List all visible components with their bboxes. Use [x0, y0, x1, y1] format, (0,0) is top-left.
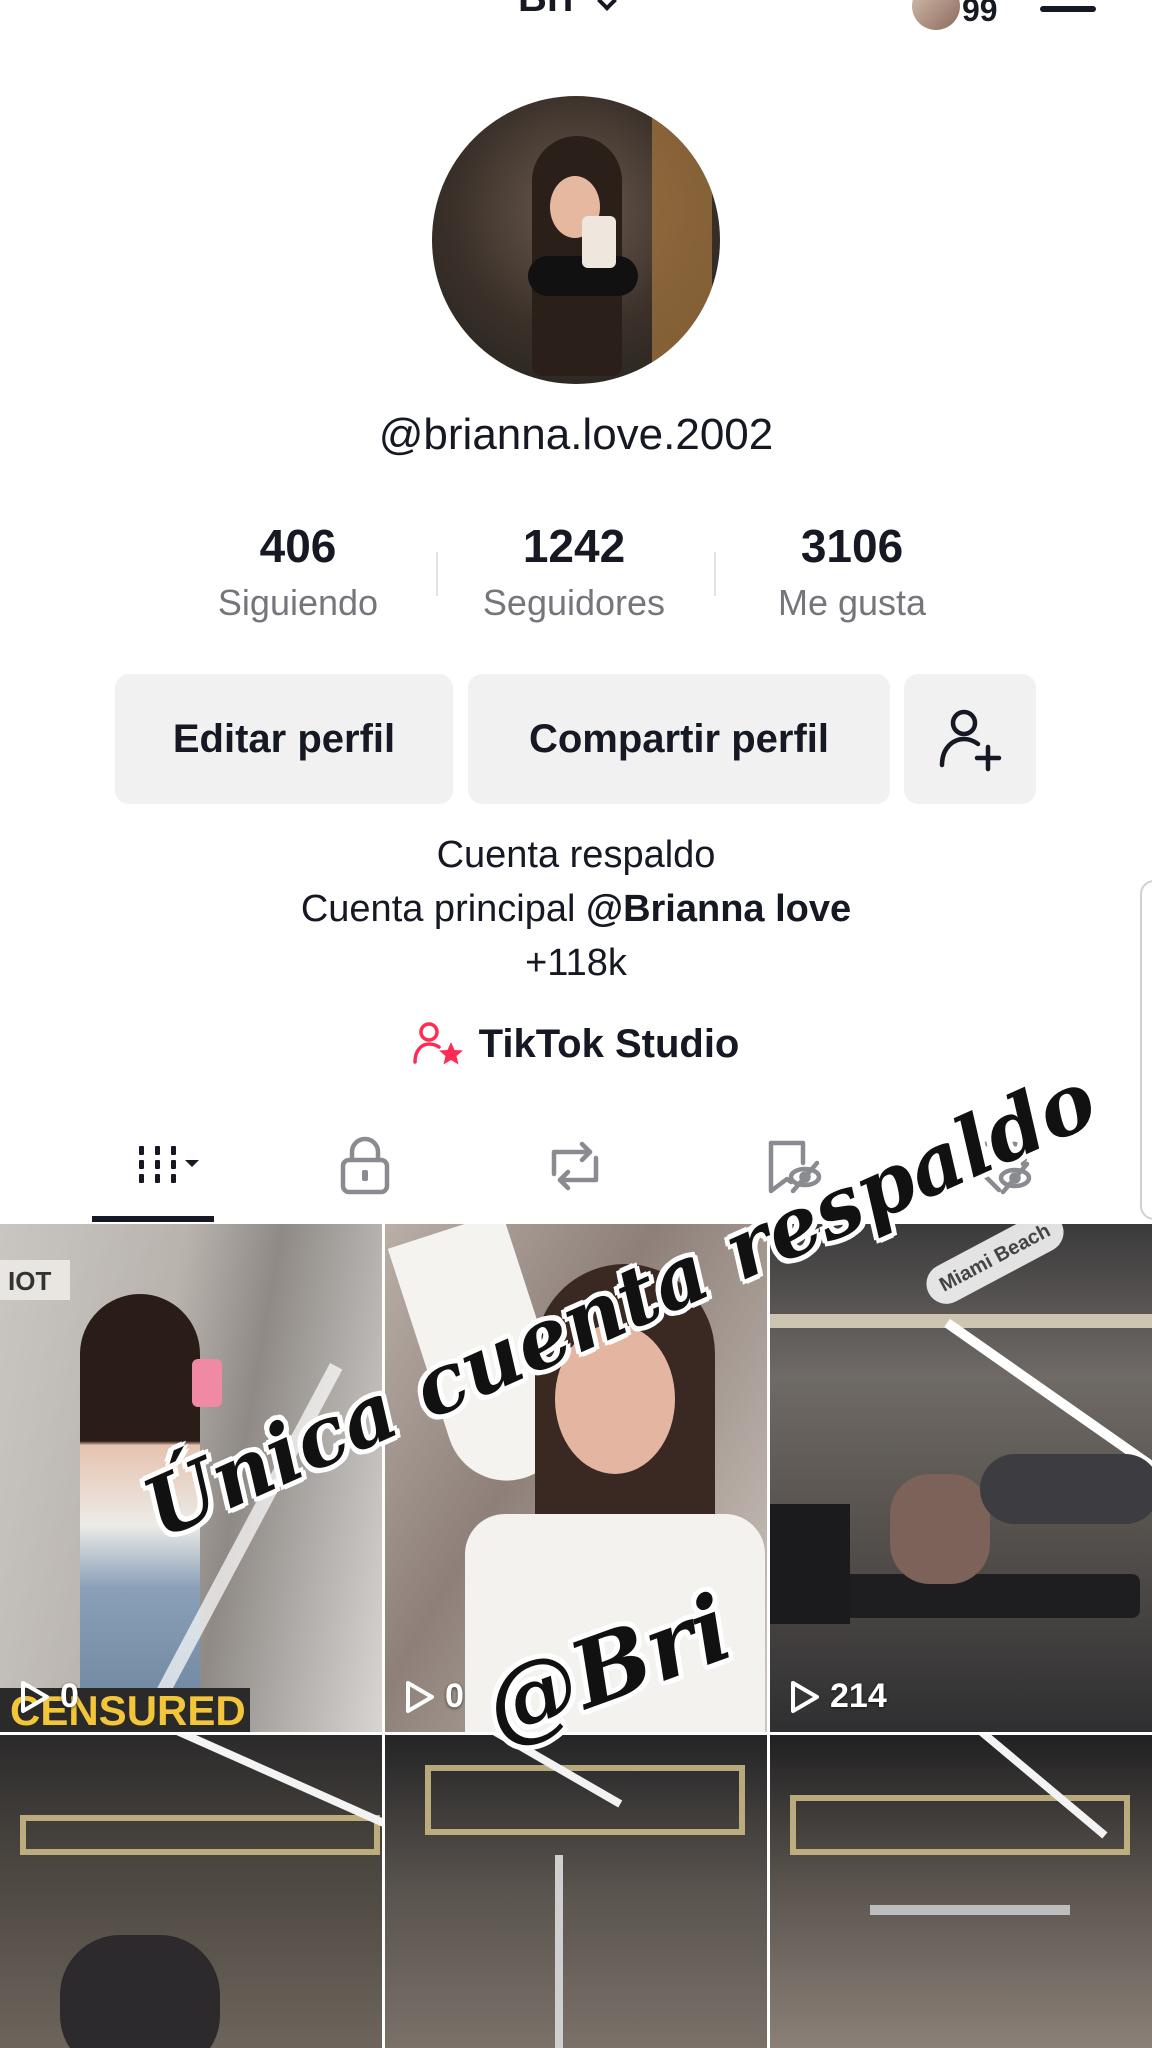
- share-profile-button[interactable]: Compartir perfil: [468, 674, 890, 804]
- view-count: 0: [20, 1677, 79, 1716]
- bio-line-1: Cuenta respaldo: [436, 834, 716, 876]
- top-bar: Bri 99: [0, 0, 1152, 40]
- chevron-down-icon[interactable]: [597, 0, 617, 11]
- active-tab-indicator: [92, 1216, 214, 1222]
- stat-likes[interactable]: 3106 Me gusta: [722, 518, 982, 624]
- add-friend-button[interactable]: [904, 674, 1036, 804]
- play-icon: [791, 1680, 819, 1713]
- location-sticker: Miami Beach: [919, 1224, 1071, 1311]
- likes-count: 3106: [800, 520, 904, 572]
- play-icon: [21, 1680, 49, 1713]
- likes-label: Me gusta: [777, 582, 927, 623]
- stat-following[interactable]: 406 Siguiendo: [168, 518, 428, 624]
- repost-icon: [551, 1141, 599, 1191]
- profile-username: @brianna.love.2002: [378, 410, 774, 459]
- video-thumbnail[interactable]: Miami Beach 214: [770, 1224, 1152, 1732]
- profile-avatar[interactable]: [432, 96, 720, 384]
- notification-count[interactable]: 99: [962, 0, 998, 29]
- bio-mention-link[interactable]: @Brianna love: [586, 888, 851, 930]
- tab-private[interactable]: [305, 1126, 425, 1206]
- tiktok-studio-link[interactable]: TikTok Studio: [0, 1020, 1152, 1068]
- bio-line-2-text: Cuenta principal: [300, 888, 587, 930]
- video-thumbnail[interactable]: [0, 1735, 382, 2048]
- view-count: 214: [790, 1677, 887, 1716]
- studio-user-star-icon: [412, 1022, 463, 1065]
- stat-followers[interactable]: 1242 Seguidores: [444, 518, 704, 624]
- following-count: 406: [259, 520, 337, 572]
- followers-label: Seguidores: [482, 582, 666, 623]
- bio-line-2: Cuenta principal @Brianna love: [0, 888, 1152, 931]
- view-count: 0: [405, 1677, 464, 1716]
- stat-divider: [714, 552, 716, 596]
- sticker-label: IOT: [0, 1260, 70, 1300]
- add-user-icon: [939, 709, 1002, 772]
- video-thumbnail[interactable]: [385, 1735, 767, 2048]
- stat-divider: [436, 552, 438, 596]
- video-thumbnail[interactable]: [770, 1735, 1152, 2048]
- menu-icon[interactable]: [1040, 6, 1096, 12]
- bio-line-3: +118k: [525, 942, 627, 984]
- followers-count: 1242: [522, 520, 626, 572]
- play-icon: [406, 1680, 434, 1713]
- account-switcher-title[interactable]: Bri: [518, 0, 574, 21]
- edit-profile-button[interactable]: Editar perfil: [115, 674, 453, 804]
- notification-avatar[interactable]: [912, 0, 960, 30]
- scroll-edge: [1140, 880, 1152, 1220]
- following-label: Siguiendo: [217, 582, 379, 623]
- edit-profile-label: Editar perfil: [172, 716, 396, 761]
- grid-icon: [139, 1146, 199, 1183]
- tab-videos[interactable]: [96, 1126, 216, 1206]
- tab-reposts[interactable]: [515, 1126, 635, 1206]
- lock-icon: [340, 1136, 390, 1195]
- studio-label: TikTok Studio: [478, 1021, 740, 1066]
- share-profile-label: Compartir perfil: [528, 716, 830, 761]
